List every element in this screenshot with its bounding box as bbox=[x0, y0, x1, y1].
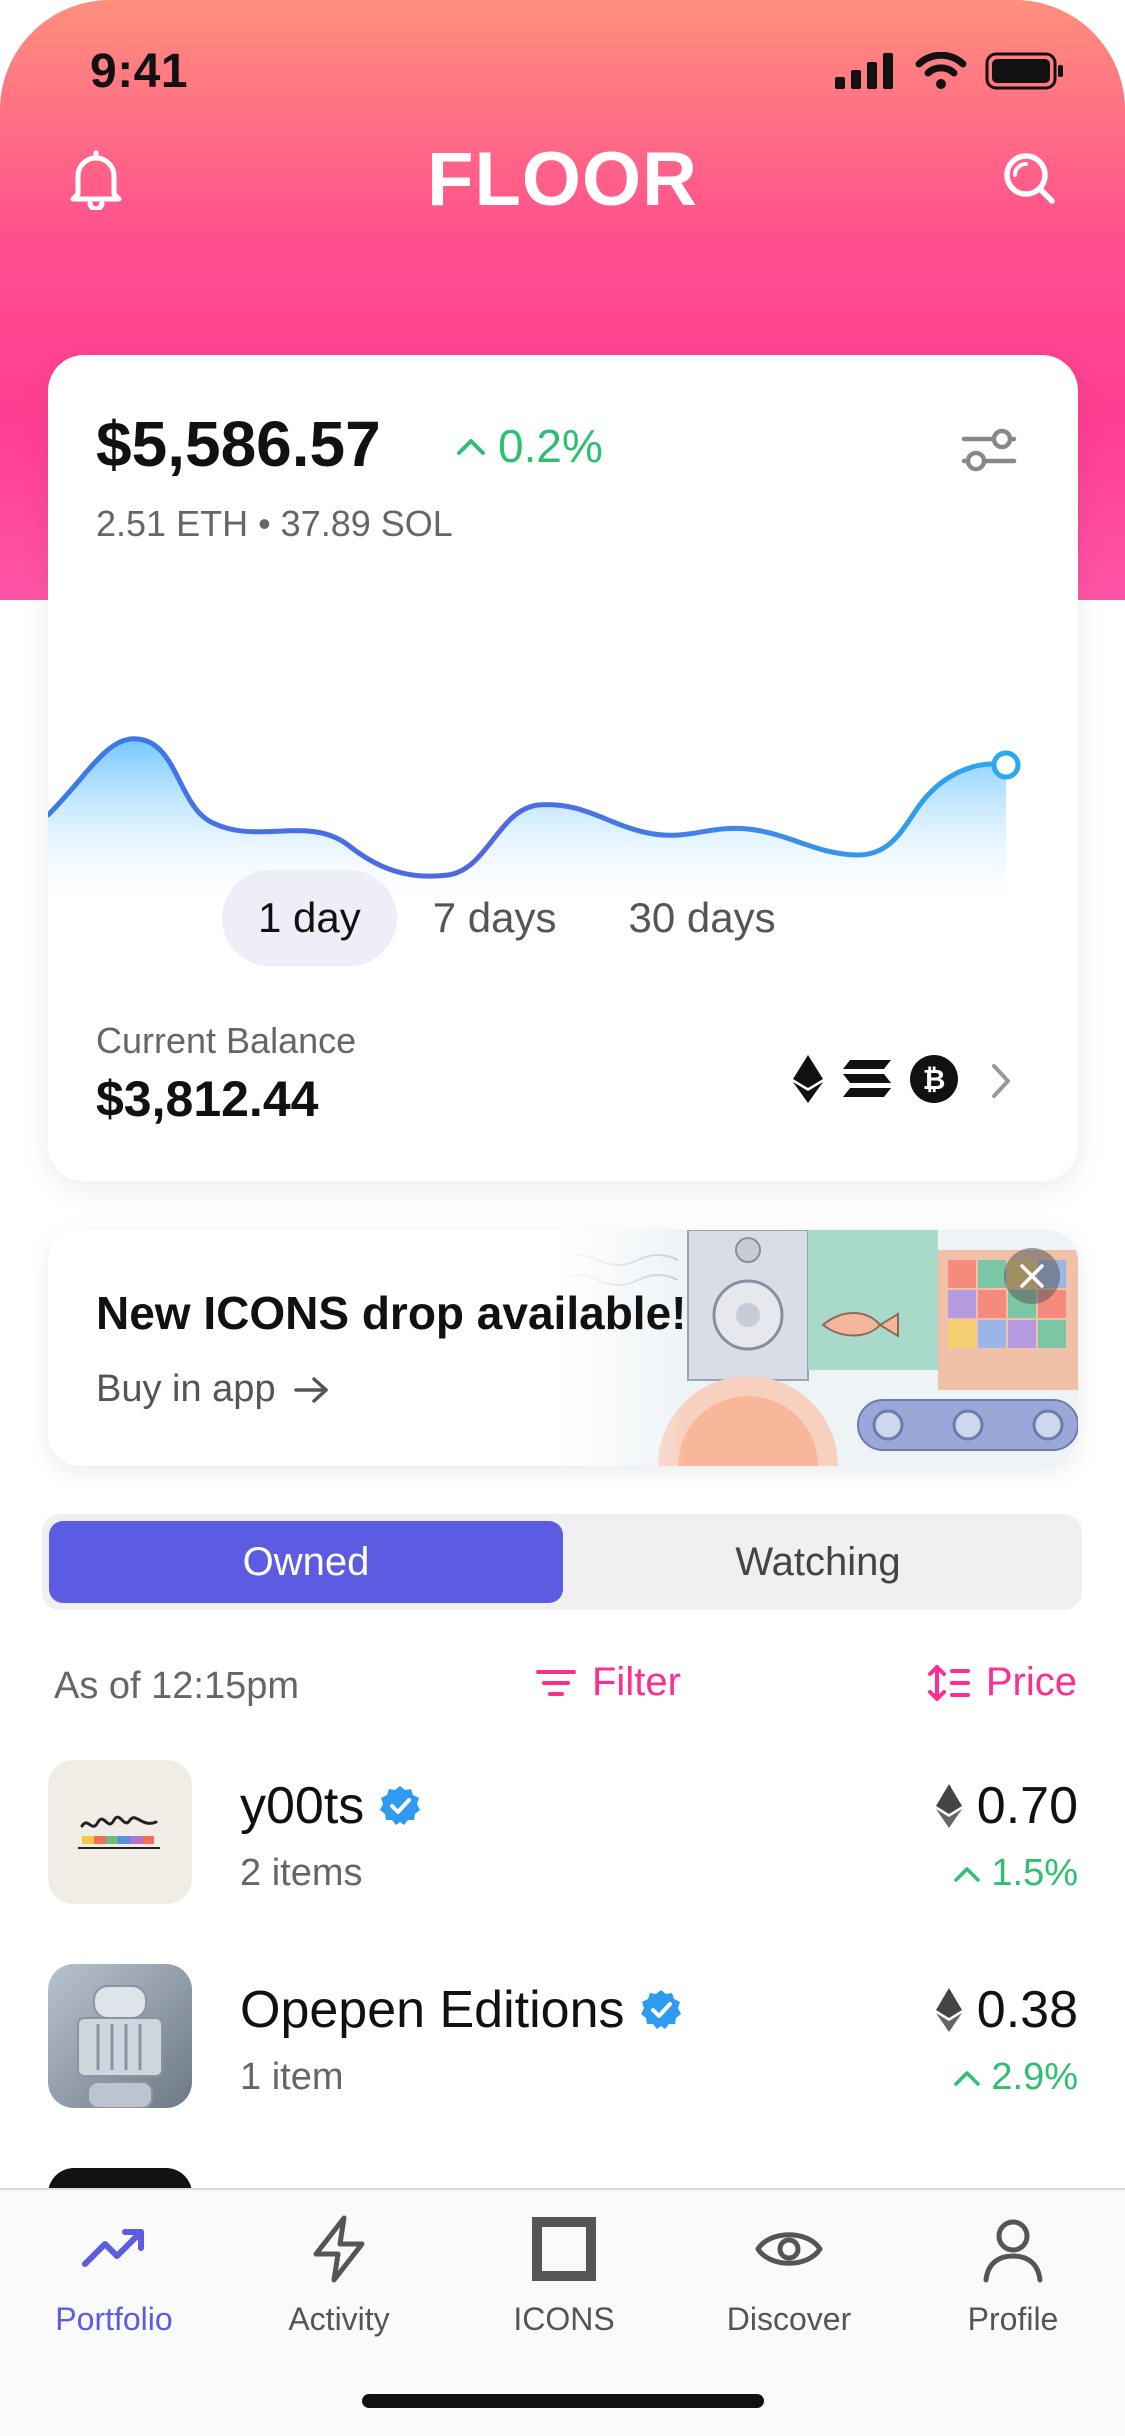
filter-button[interactable]: Filter bbox=[536, 1660, 681, 1705]
bitcoin-icon: ₿ bbox=[910, 1055, 958, 1103]
drop-banner[interactable]: New ICONS drop available! Buy in app bbox=[48, 1230, 1078, 1466]
filter-label: Filter bbox=[592, 1660, 681, 1704]
collection-name: Opepen Editions bbox=[240, 1980, 683, 2040]
status-time: 9:41 bbox=[90, 45, 189, 98]
tab-profile[interactable]: Profile bbox=[913, 2214, 1113, 2338]
banner-illustration bbox=[558, 1230, 1078, 1466]
tab-label: Activity bbox=[288, 2301, 390, 2337]
arrow-right-icon bbox=[293, 1376, 328, 1403]
close-icon bbox=[1020, 1264, 1044, 1288]
balance-label: Current Balance bbox=[96, 1020, 357, 1061]
banner-close-button[interactable] bbox=[1004, 1248, 1060, 1304]
tab-portfolio[interactable]: Portfolio bbox=[14, 2214, 214, 2338]
tab-icons[interactable]: ICONS bbox=[464, 2214, 664, 2338]
collection-floor-price: 0.70 bbox=[935, 1776, 1078, 1836]
battery-icon bbox=[985, 52, 1063, 90]
portfolio-chart[interactable] bbox=[48, 595, 1078, 895]
verified-badge-icon bbox=[640, 1990, 681, 2029]
collection-change: 2.9% bbox=[953, 2056, 1078, 2099]
tab-label: ICONS bbox=[513, 2301, 615, 2337]
collection-item-count: 1 item bbox=[240, 2056, 344, 2098]
collection-name-label: Opepen Editions bbox=[240, 1981, 625, 2039]
collection-name: y00ts bbox=[240, 1776, 422, 1836]
collection-change-value: 1.5% bbox=[991, 1852, 1078, 1894]
portfolio-holdings: 2.51 ETH • 37.89 SOL bbox=[96, 503, 453, 544]
collection-row-y00ts[interactable]: y00ts 2 items 0.70 1.5% bbox=[48, 1760, 1078, 1905]
sliders-icon[interactable] bbox=[960, 425, 1018, 475]
filter-icon bbox=[536, 1669, 576, 1696]
eye-icon bbox=[755, 2232, 823, 2266]
tab-activity[interactable]: Activity bbox=[239, 2214, 439, 2338]
portfolio-change-value: 0.2% bbox=[498, 420, 603, 472]
collection-thumbnail-y00ts bbox=[48, 1760, 192, 1904]
collection-row-opepen-editions[interactable]: Opepen Editions 1 item 0.38 2.9% bbox=[48, 1964, 1078, 2109]
cellular-signal-icon bbox=[835, 53, 893, 89]
collection-name-label: y00ts bbox=[240, 1777, 365, 1835]
lightning-icon bbox=[313, 2215, 365, 2283]
tab-discover[interactable]: Discover bbox=[689, 2214, 889, 2338]
collection-change: 1.5% bbox=[953, 1852, 1078, 1895]
range-30-days[interactable]: 30 days bbox=[593, 870, 812, 966]
chain-icons[interactable]: ₿ bbox=[792, 1055, 958, 1103]
app-logo: FLOOR bbox=[427, 137, 698, 222]
sort-icon bbox=[927, 1664, 970, 1701]
svg-text:₿: ₿ bbox=[923, 1063, 946, 1096]
collection-floor-price: 0.38 bbox=[935, 1980, 1078, 2040]
range-7-days[interactable]: 7 days bbox=[397, 870, 593, 966]
chevron-up-icon bbox=[954, 1866, 981, 1882]
collection-thumbnail-opepen bbox=[48, 1964, 192, 2108]
floor-price-value: 0.70 bbox=[976, 1777, 1078, 1835]
verified-badge-icon bbox=[380, 1786, 421, 1825]
square-icon bbox=[532, 2217, 596, 2281]
status-icons bbox=[835, 52, 1065, 90]
solana-icon bbox=[843, 1060, 891, 1097]
tab-label: Profile bbox=[967, 2301, 1059, 2337]
ethereum-icon bbox=[935, 1988, 962, 2032]
chevron-right-icon[interactable] bbox=[986, 1061, 1016, 1101]
chevron-up-icon bbox=[457, 439, 485, 455]
time-range-selector: 1 day 7 days 30 days bbox=[222, 870, 812, 966]
ethereum-icon bbox=[935, 1784, 962, 1828]
wifi-icon bbox=[915, 52, 967, 89]
tab-label: Portfolio bbox=[55, 2301, 173, 2337]
banner-title: New ICONS drop available! bbox=[96, 1287, 687, 1339]
banner-buy-link[interactable]: Buy in app bbox=[96, 1368, 330, 1411]
sort-by-price-button[interactable]: Price bbox=[927, 1660, 1077, 1705]
owned-watching-toggle: Owned Watching bbox=[42, 1514, 1082, 1610]
person-icon bbox=[983, 2219, 1043, 2283]
tab-owned[interactable]: Owned bbox=[49, 1521, 563, 1603]
chart-current-point bbox=[991, 750, 1021, 780]
trending-up-icon bbox=[82, 2229, 144, 2267]
portfolio-total: $5,586.57 bbox=[96, 408, 381, 480]
tab-watching[interactable]: Watching bbox=[561, 1521, 1075, 1603]
chevron-up-icon bbox=[954, 2070, 981, 2086]
collection-change-value: 2.9% bbox=[991, 2056, 1078, 2098]
floor-price-value: 0.38 bbox=[976, 1981, 1078, 2039]
banner-cta-label: Buy in app bbox=[96, 1368, 276, 1410]
portfolio-change: 0.2% bbox=[456, 419, 603, 473]
collection-item-count: 2 items bbox=[240, 1852, 363, 1894]
home-indicator bbox=[362, 2394, 764, 2408]
search-icon[interactable] bbox=[1001, 150, 1057, 206]
sort-label: Price bbox=[985, 1660, 1077, 1704]
range-1-day[interactable]: 1 day bbox=[222, 870, 397, 966]
as-of-timestamp: As of 12:15pm bbox=[54, 1665, 300, 1707]
balance-value: $3,812.44 bbox=[96, 1071, 319, 1127]
ethereum-icon bbox=[793, 1055, 823, 1103]
portfolio-card: $5,586.57 0.2% 2.51 ETH • 37.89 SOL 1 da… bbox=[48, 355, 1078, 1181]
tab-label: Discover bbox=[726, 2301, 852, 2337]
